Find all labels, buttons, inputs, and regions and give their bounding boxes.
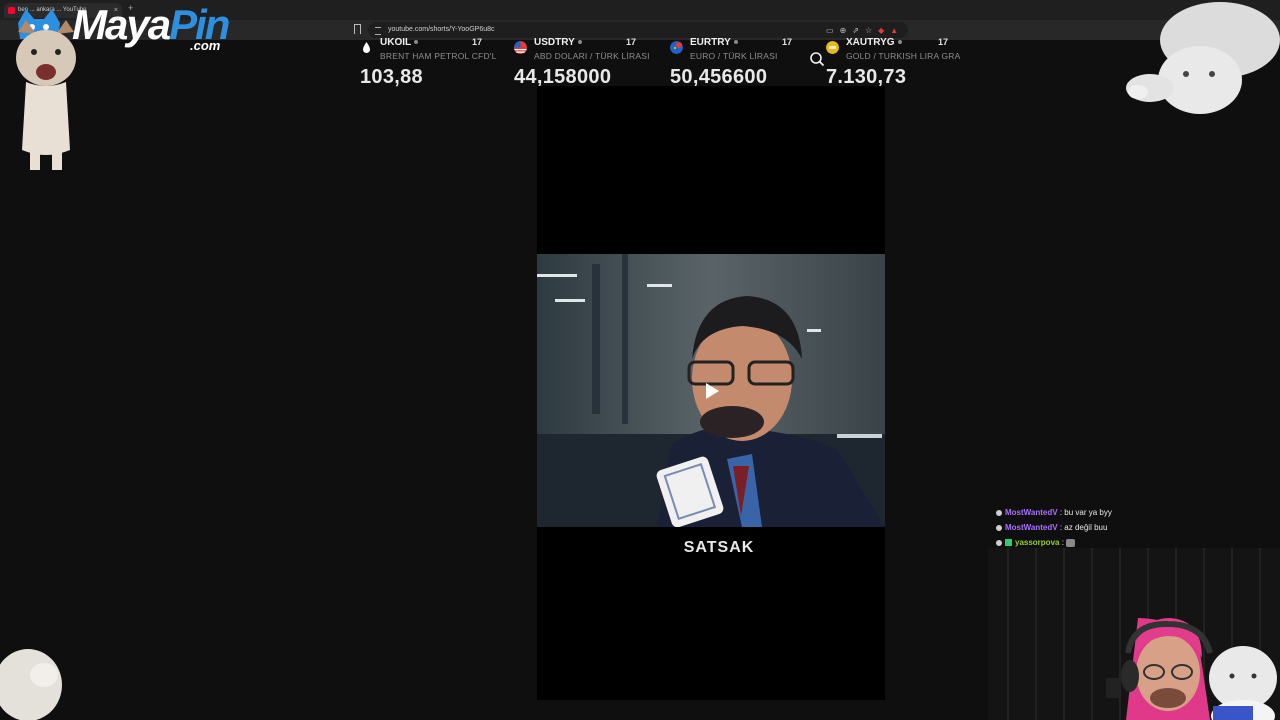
site-info-icon[interactable] <box>375 27 381 35</box>
streamer-webcam <box>988 548 1280 720</box>
tradingview-logo-icon: 17 <box>626 37 637 47</box>
ticker-item-usdtry[interactable]: USDTRY 17 ABD DOLARI / TÜRK LİRASI 44,15… <box>514 35 664 93</box>
logo-suffix: .com <box>190 38 221 53</box>
ticker-symbol: UKOIL <box>380 37 419 48</box>
cat-sticker-top-right-icon <box>1126 2 1280 114</box>
us-tr-flags-icon <box>514 41 527 54</box>
gold-icon <box>826 41 839 54</box>
ticker-symbol: USDTRY <box>534 37 582 48</box>
market-status-dot-icon <box>897 40 902 45</box>
ticker-symbol: XAUTRYG <box>846 37 902 48</box>
extension-alert-icon[interactable]: ▲ <box>890 26 898 35</box>
chat-username[interactable]: MostWantedV <box>1005 508 1058 517</box>
tradingview-logo-icon: 17 <box>938 37 949 47</box>
play-icon[interactable] <box>700 380 722 402</box>
chat-badge-icon <box>996 509 1002 516</box>
tradingview-logo-icon: 17 <box>472 37 483 47</box>
chat-username[interactable]: yassorpova <box>1015 538 1059 547</box>
chat-text: bu var ya byy <box>1064 508 1112 517</box>
chat-message: MostWantedV : bu var ya byy <box>996 505 1196 520</box>
share-icon[interactable]: ⇗ <box>852 26 859 35</box>
star-icon[interactable]: ☆ <box>865 26 872 35</box>
tradingview-logo-icon: 17 <box>782 37 793 47</box>
market-status-dot-icon <box>733 40 738 45</box>
cat-paw-sticker-bottom-left-icon <box>0 649 62 720</box>
bookmark-icon[interactable] <box>354 24 361 34</box>
video-caption: SATSAK <box>683 539 755 556</box>
ticker-item-xautryg[interactable]: XAUTRYG 17 GOLD / TURKISH LIRA GRA 7.130… <box>826 35 976 93</box>
chat-text: az değil buu <box>1064 523 1108 532</box>
ticker-symbol: EURTRY <box>690 37 738 48</box>
webcam-scene-image <box>988 548 1280 720</box>
ticker-item-eurtry[interactable]: EURTRY 17 EURO / TÜRK LİRASI 50,456600 <box>670 35 820 93</box>
eu-tr-flags-icon <box>670 41 683 54</box>
chat-separator: : <box>1059 538 1067 547</box>
stream-chat: MostWantedV : bu var ya byy MostWantedV … <box>996 505 1196 550</box>
oil-drop-icon <box>363 42 370 53</box>
ticker-description: ABD DOLARI / TÜRK LİRASI <box>534 51 650 61</box>
chat-username[interactable]: MostWantedV <box>1005 523 1058 532</box>
ticker-item-ukoil[interactable]: UKOIL 17 BRENT HAM PETROL CFD'L 103,88 <box>360 35 510 93</box>
ticker-price: 103,88 <box>360 66 423 88</box>
search-icon[interactable] <box>808 50 826 68</box>
market-status-dot-icon <box>414 40 419 45</box>
extension-shield-icon[interactable]: ◆ <box>878 26 884 35</box>
market-status-dot-icon <box>577 40 582 45</box>
ticker-description: GOLD / TURKISH LIRA GRA <box>846 51 961 61</box>
cat-sticker-top-left-icon <box>16 20 76 170</box>
chat-emote-icon <box>1066 538 1076 547</box>
chat-badge-icon <box>996 539 1002 546</box>
ticker-description: EURO / TÜRK LİRASI <box>690 51 778 61</box>
ticker-description: BRENT HAM PETROL CFD'L <box>380 51 497 61</box>
zoom-icon[interactable]: ⊕ <box>840 26 847 35</box>
cast-icon[interactable]: ▭ <box>826 26 834 35</box>
chat-message: MostWantedV : az değil buu <box>996 520 1196 535</box>
chat-badge-icon <box>996 524 1002 531</box>
chat-sub-badge-icon <box>1005 539 1012 547</box>
logo-main-text: Maya <box>72 1 171 48</box>
